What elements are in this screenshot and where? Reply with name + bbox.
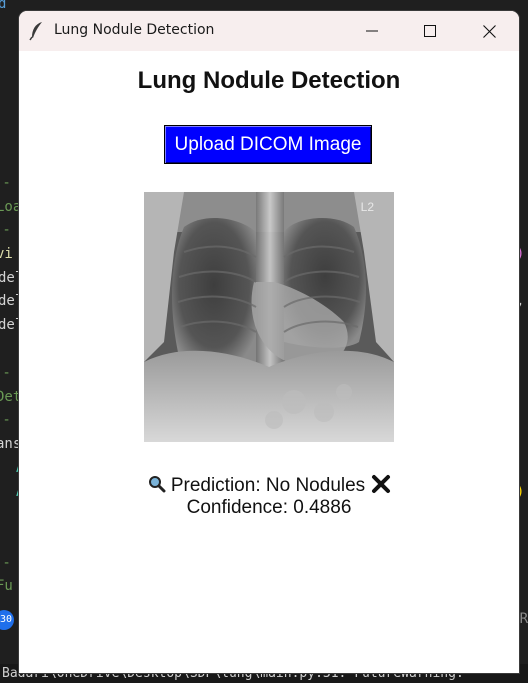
maximize-icon (424, 25, 436, 37)
image-side-marker: L2 (360, 200, 374, 214)
close-icon (482, 24, 496, 38)
window-title: Lung Nodule Detection (54, 22, 215, 38)
prediction-value: No Nodules (265, 475, 366, 496)
title-bar[interactable]: Lung Nodule Detection (19, 11, 519, 51)
code-fragment: -- (0, 555, 11, 571)
maximize-button[interactable] (407, 11, 453, 51)
close-button[interactable] (466, 11, 512, 51)
magnifier-icon (147, 475, 167, 493)
notification-badge[interactable]: 30 (0, 610, 14, 630)
code-fragment: -- (0, 222, 11, 238)
code-fragment: -- (0, 365, 11, 381)
minimize-button[interactable] (349, 11, 395, 51)
prediction-label: Prediction: (170, 475, 261, 496)
code-fragment: vi (0, 246, 13, 262)
xray-image: L2 (144, 192, 394, 442)
minimize-icon (366, 30, 378, 32)
code-fragment: d (0, 0, 7, 12)
feather-icon (29, 21, 45, 41)
code-fragment: Fu (0, 578, 13, 594)
prediction-line: Prediction: No Nodules (19, 474, 519, 497)
cross-mark-icon (371, 474, 391, 494)
confidence-text: Confidence: 0.4886 (186, 497, 352, 518)
code-fragment: -- (0, 175, 11, 191)
upload-dicom-button[interactable]: Upload DICOM Image (164, 125, 372, 164)
app-heading: Lung Nodule Detection (137, 67, 401, 94)
code-fragment: -- (0, 412, 11, 428)
app-window: Lung Nodule Detection Lung Nodule Detect… (19, 11, 519, 673)
